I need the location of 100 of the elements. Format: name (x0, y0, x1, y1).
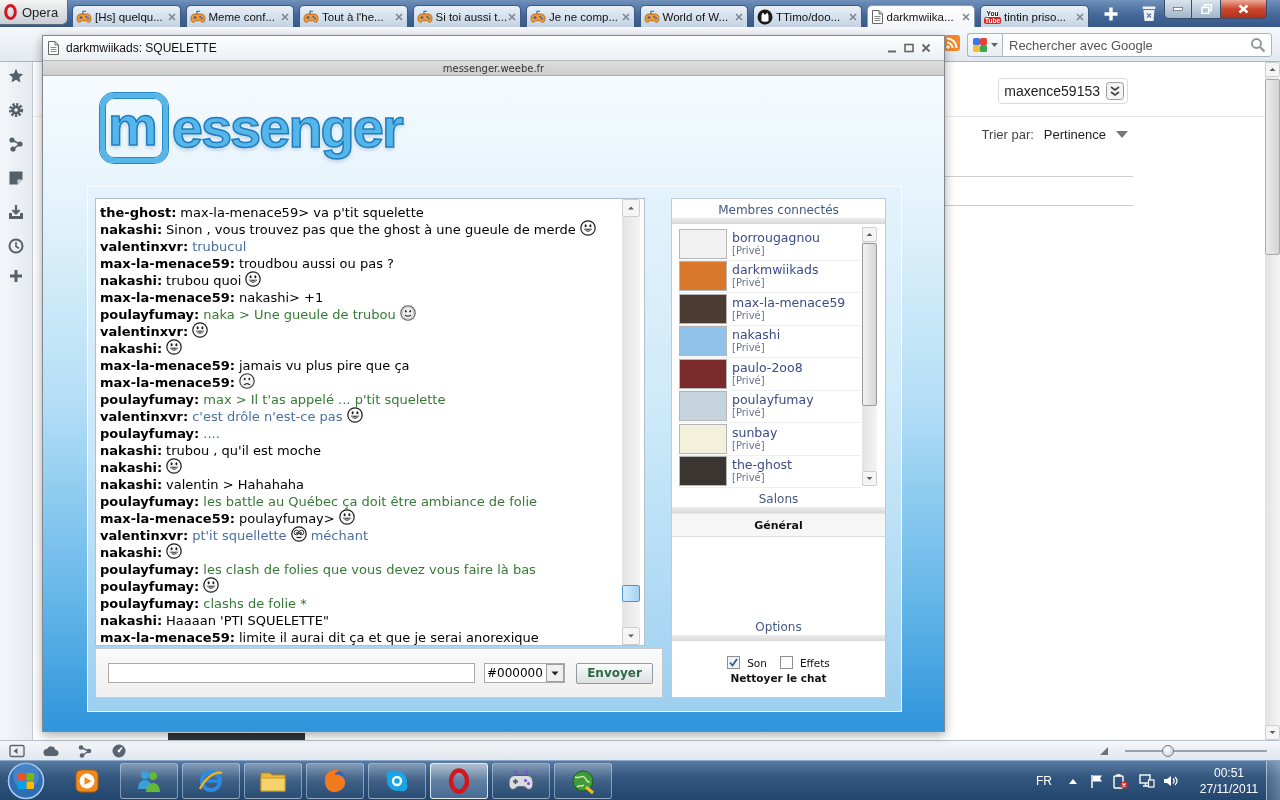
private-chat-link[interactable]: [Privé] (732, 244, 765, 257)
share-nodes-icon[interactable] (8, 136, 24, 152)
scrollbar[interactable] (1265, 62, 1280, 740)
room-item[interactable]: Général (672, 513, 885, 537)
taskbar-button[interactable] (306, 762, 364, 799)
download-icon[interactable] (8, 204, 24, 220)
cloud-icon[interactable] (43, 743, 59, 758)
document-icon (870, 9, 884, 24)
member-name[interactable]: darkmwiikads (732, 263, 819, 278)
note-icon[interactable] (8, 170, 24, 186)
account-button[interactable]: maxence59153 (998, 78, 1128, 104)
corner-triangle-icon[interactable] (1100, 746, 1108, 755)
checkbox-label: Effets (799, 656, 830, 669)
chat-message-text: troudbou aussi ou pas ? (238, 255, 394, 272)
browser-tab[interactable]: World of W... (639, 5, 748, 27)
clear-chat-link[interactable]: Nettoyer le chat (730, 671, 827, 685)
share-nodes-icon[interactable] (77, 743, 93, 758)
gauge-icon[interactable] (111, 743, 127, 758)
scrollbar[interactable] (622, 199, 640, 645)
close-icon[interactable] (281, 12, 289, 21)
gamepad-icon (416, 8, 433, 25)
maximize-icon[interactable] (904, 43, 914, 53)
search-icon[interactable] (1250, 37, 1266, 53)
close-icon[interactable] (167, 12, 176, 21)
browser-tab[interactable]: Je ne comp... (526, 5, 635, 27)
checkbox[interactable] (779, 656, 793, 669)
close-window-button[interactable] (1221, 0, 1267, 19)
private-chat-link[interactable]: [Privé] (732, 309, 765, 322)
clock-icon[interactable] (8, 238, 24, 254)
private-chat-link[interactable]: [Privé] (732, 439, 765, 452)
member-name[interactable]: sunbay (732, 425, 778, 440)
restore-button[interactable] (1192, 0, 1221, 19)
chat-username: max-la-menace59: (100, 510, 235, 527)
battery-warning-icon[interactable] (1112, 772, 1128, 789)
taskbar-button[interactable] (368, 762, 426, 799)
taskbar-button[interactable] (182, 762, 240, 799)
close-icon[interactable] (508, 12, 516, 21)
minimize-button[interactable] (1164, 0, 1192, 19)
star-icon[interactable] (8, 68, 24, 84)
private-chat-link[interactable]: [Privé] (732, 277, 765, 290)
browser-tab[interactable]: [Hs] quelqu... (72, 5, 181, 27)
member-name[interactable]: max-la-menace59 (732, 295, 846, 310)
search-input[interactable]: Rechercher avec Google (1003, 37, 1250, 53)
language-indicator[interactable]: FR (1036, 773, 1052, 788)
opera-menu-button[interactable]: Opera (0, 0, 68, 25)
member-name[interactable]: paulo-2oo8 (732, 360, 803, 375)
send-button[interactable]: Envoyer (576, 662, 653, 684)
grinning-face-icon (203, 576, 220, 593)
zoom-slider-thumb[interactable] (1161, 744, 1174, 757)
chat-message-text: max > Il t'as appelé ... p'tit squelette (203, 391, 446, 408)
colored-squares-icon (972, 37, 988, 53)
browser-tab[interactable]: Meme conf... (185, 5, 294, 27)
show-desktop-button[interactable] (1266, 761, 1280, 800)
trash-icon[interactable] (1140, 5, 1157, 22)
close-icon[interactable] (735, 12, 743, 21)
taskbar-button[interactable] (554, 762, 612, 799)
close-icon[interactable] (394, 12, 403, 21)
private-chat-link[interactable]: [Privé] (732, 407, 765, 420)
taskbar-button[interactable] (120, 762, 178, 799)
flag-icon[interactable] (1089, 772, 1105, 789)
chat-username: nakashi: (100, 442, 163, 459)
network-icon[interactable] (1139, 772, 1155, 789)
color-select[interactable]: #000000 (484, 663, 565, 683)
private-chat-link[interactable]: [Privé] (732, 472, 765, 485)
close-icon[interactable] (848, 12, 857, 21)
taskbar-button[interactable] (244, 762, 302, 799)
scrollbar-thumb[interactable] (1265, 79, 1280, 255)
scrollbar-thumb[interactable] (862, 243, 877, 406)
scrollbar[interactable] (862, 227, 877, 486)
member-name[interactable]: poulayfumay (732, 393, 814, 408)
close-icon[interactable] (921, 43, 931, 53)
browser-tab[interactable]: Tout à l'he... (299, 5, 408, 27)
panel-toggle-icon[interactable] (9, 743, 25, 758)
close-icon[interactable] (621, 12, 630, 21)
browser-tab[interactable]: TTimo/doo... (753, 5, 862, 27)
private-chat-link[interactable]: [Privé] (732, 374, 765, 387)
search-engine-button[interactable] (967, 33, 1002, 57)
clock-time[interactable]: 00:51 (1214, 764, 1244, 781)
scrollbar-thumb[interactable] (622, 584, 640, 602)
member-name[interactable]: nakashi (732, 328, 781, 343)
clock-date[interactable]: 27/11/2011 (1199, 780, 1259, 797)
sort-dropdown[interactable]: Pertinence (1043, 126, 1128, 142)
search-field[interactable]: Rechercher avec Google (1002, 33, 1272, 57)
checkbox[interactable] (727, 656, 741, 669)
private-chat-link[interactable]: [Privé] (732, 342, 765, 355)
browser-tab[interactable]: darkmwiika... (866, 5, 975, 27)
chat-username: max-la-menace59: (100, 374, 235, 391)
close-icon[interactable] (1075, 12, 1084, 21)
chat-username: poulayfumay: (100, 578, 200, 595)
caret-icon (991, 43, 998, 47)
member-name[interactable]: the-ghost (732, 458, 792, 473)
browser-tab[interactable]: Si toi aussi t... (412, 5, 521, 27)
plus-icon[interactable] (8, 268, 24, 284)
close-icon[interactable] (962, 12, 970, 21)
member-name[interactable]: borrougagnou (732, 230, 820, 245)
grinning-face-icon (166, 542, 183, 559)
gear-icon[interactable] (8, 102, 24, 118)
start-button[interactable] (6, 761, 46, 800)
taskbar-button[interactable] (492, 762, 550, 799)
message-input[interactable] (108, 663, 475, 683)
